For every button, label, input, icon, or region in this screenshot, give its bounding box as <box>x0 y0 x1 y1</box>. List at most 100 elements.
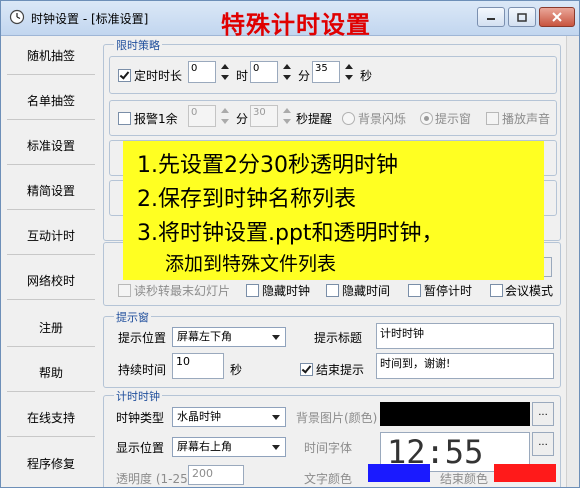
app-window: 时钟设置 - [标准设置] 特殊计时设置 随机抽签 名单抽签 标准设置 精简设置… <box>0 0 580 488</box>
minutes-spinner[interactable] <box>282 61 292 83</box>
instruction-line-2: 2.保存到时钟名称列表 <box>137 187 356 212</box>
prompt-title-input[interactable]: 计时时钟 <box>376 323 554 349</box>
display-position-label: 显示位置 <box>116 441 165 455</box>
pause-checkbox[interactable] <box>408 284 421 297</box>
minutes-input[interactable]: 0 <box>250 61 278 83</box>
alarm-minutes-spinner[interactable] <box>220 105 230 127</box>
prompt-title-label: 提示标题 <box>314 331 363 345</box>
prompt-position-value: 屏幕左下角 <box>177 330 232 343</box>
instruction-line-3: 3.将时钟设置.ppt和透明时钟， <box>137 221 444 246</box>
sidebar-item-list-draw[interactable]: 名单抽签 <box>7 81 95 120</box>
instruction-line-4: 添加到特殊文件列表 <box>165 253 337 275</box>
sidebar-item-network-time[interactable]: 网络校时 <box>7 261 95 300</box>
minute-label: 分 <box>298 69 311 83</box>
transparency-input[interactable]: 200 <box>188 465 244 485</box>
sidebar-item-simple-settings[interactable]: 精简设置 <box>7 171 95 210</box>
minimize-icon <box>487 18 495 20</box>
sidebar-item-standard-settings[interactable]: 标准设置 <box>7 126 95 165</box>
sidebar-item-help[interactable]: 帮助 <box>7 353 95 392</box>
time-font-browse-button[interactable]: ... <box>532 432 554 456</box>
alarm-row: 报警1余 0 分 30 秒提醒 背景闪烁 提示窗 播放声音 <box>109 100 557 136</box>
hide-time-checkbox[interactable] <box>326 284 339 297</box>
display-position-select[interactable]: 屏幕右上角 <box>172 437 286 457</box>
clock-icon <box>9 9 25 25</box>
read-seconds-checkbox[interactable] <box>118 284 131 297</box>
clock-type-value: 水晶时钟 <box>177 410 221 423</box>
bg-color-swatch[interactable] <box>380 402 530 426</box>
chevron-down-icon <box>272 335 280 340</box>
alarm-checkbox[interactable] <box>118 112 131 125</box>
window-title: 时钟设置 - [标准设置] <box>31 12 149 26</box>
alarm-seconds-input[interactable]: 30 <box>250 105 278 127</box>
hours-input[interactable]: 0 <box>188 61 216 83</box>
seconds-spinner[interactable] <box>344 61 354 83</box>
alarm-minutes-input[interactable]: 0 <box>188 105 216 127</box>
sidebar-item-random-draw[interactable]: 随机抽签 <box>7 36 95 75</box>
end-prompt-label: 结束提示 <box>316 363 365 377</box>
hour-label: 时 <box>236 69 249 83</box>
hide-clock-checkbox[interactable] <box>246 284 259 297</box>
sidebar-item-register[interactable]: 注册 <box>7 308 95 347</box>
chevron-down-icon <box>272 445 280 450</box>
read-seconds-label: 读秒转最末幻灯片 <box>134 284 231 298</box>
bg-flash-label: 背景闪烁 <box>358 112 407 126</box>
close-button[interactable] <box>539 7 575 27</box>
timer-clock-legend: 计时时钟 <box>114 388 162 404</box>
clock-type-label: 时钟类型 <box>116 411 165 425</box>
prompt-group: 提示窗 提示位置 屏幕左下角 提示标题 计时时钟 持续时间 10 秒 结束提示 … <box>103 309 561 388</box>
bg-image-browse-button[interactable]: ... <box>532 402 554 426</box>
maximize-icon <box>517 12 527 22</box>
hours-spinner[interactable] <box>220 61 230 83</box>
play-sound-checkbox[interactable] <box>486 112 499 125</box>
text-color-swatch[interactable] <box>368 464 430 482</box>
minimize-button[interactable] <box>477 7 505 27</box>
text-color-label: 文字颜色 <box>304 472 353 486</box>
chevron-down-icon <box>272 415 280 420</box>
seconds-input[interactable]: 35 <box>312 61 340 83</box>
meeting-checkbox[interactable] <box>490 284 503 297</box>
sidebar: 随机抽签 名单抽签 标准设置 精简设置 互动计时 网络校时 注册 帮助 在线支持… <box>3 36 99 487</box>
bg-image-label: 背景图片(颜色) <box>296 411 378 425</box>
clock-type-select[interactable]: 水晶时钟 <box>172 407 286 427</box>
meeting-label: 会议模式 <box>505 284 554 298</box>
time-limit-legend: 限时策略 <box>114 37 162 53</box>
prompt-duration-input[interactable]: 10 <box>172 353 224 379</box>
prompt-duration-label: 持续时间 <box>118 363 167 377</box>
alarm-minute-label: 分 <box>236 112 249 126</box>
close-icon <box>552 12 562 22</box>
remind-label: 秒提醒 <box>296 112 333 126</box>
pause-label: 暂停计时 <box>424 284 473 298</box>
instruction-line-1: 1.先设置2分30秒透明时钟 <box>137 153 398 178</box>
bg-flash-radio[interactable] <box>342 112 355 125</box>
end-prompt-checkbox[interactable] <box>300 363 313 376</box>
sidebar-item-repair[interactable]: 程序修复 <box>7 444 95 482</box>
fixed-duration-row: 定时时长 0 时 0 分 35 秒 <box>109 56 557 94</box>
prompt-position-select[interactable]: 屏幕左下角 <box>172 327 286 347</box>
hide-time-label: 隐藏时间 <box>342 284 391 298</box>
second-label: 秒 <box>360 69 373 83</box>
hide-clock-label: 隐藏时钟 <box>262 284 311 298</box>
end-color-label: 结束颜色 <box>440 472 489 486</box>
alarm-seconds-spinner[interactable] <box>282 105 292 127</box>
popup-radio[interactable] <box>420 112 433 125</box>
vertical-scrollbar[interactable] <box>566 36 579 487</box>
banner-title: 特殊计时设置 <box>221 11 371 39</box>
time-font-label: 时间字体 <box>304 441 353 455</box>
prompt-legend: 提示窗 <box>114 309 151 325</box>
end-color-swatch[interactable] <box>494 464 556 482</box>
fixed-duration-label: 定时时长 <box>134 69 183 83</box>
end-prompt-text-input[interactable]: 时间到，谢谢! <box>376 353 554 379</box>
title-bar[interactable]: 时钟设置 - [标准设置] 特殊计时设置 <box>1 1 579 39</box>
instruction-overlay: 1.先设置2分30秒透明时钟 2.保存到时钟名称列表 3.将时钟设置.ppt和透… <box>123 141 544 280</box>
timer-clock-group: 计时时钟 时钟类型 水晶时钟 背景图片(颜色) ... 显示位置 屏幕右上角 时… <box>103 388 561 487</box>
play-sound-label: 播放声音 <box>502 112 551 126</box>
sidebar-item-interactive-timer[interactable]: 互动计时 <box>7 216 95 255</box>
prompt-duration-unit: 秒 <box>230 363 243 377</box>
alarm-label: 报警1余 <box>134 112 178 126</box>
popup-label: 提示窗 <box>435 112 472 126</box>
sidebar-item-online-support[interactable]: 在线支持 <box>7 398 95 437</box>
display-position-value: 屏幕右上角 <box>177 440 232 453</box>
maximize-button[interactable] <box>508 7 536 27</box>
fixed-duration-checkbox[interactable] <box>118 69 131 82</box>
prompt-position-label: 提示位置 <box>118 331 167 345</box>
